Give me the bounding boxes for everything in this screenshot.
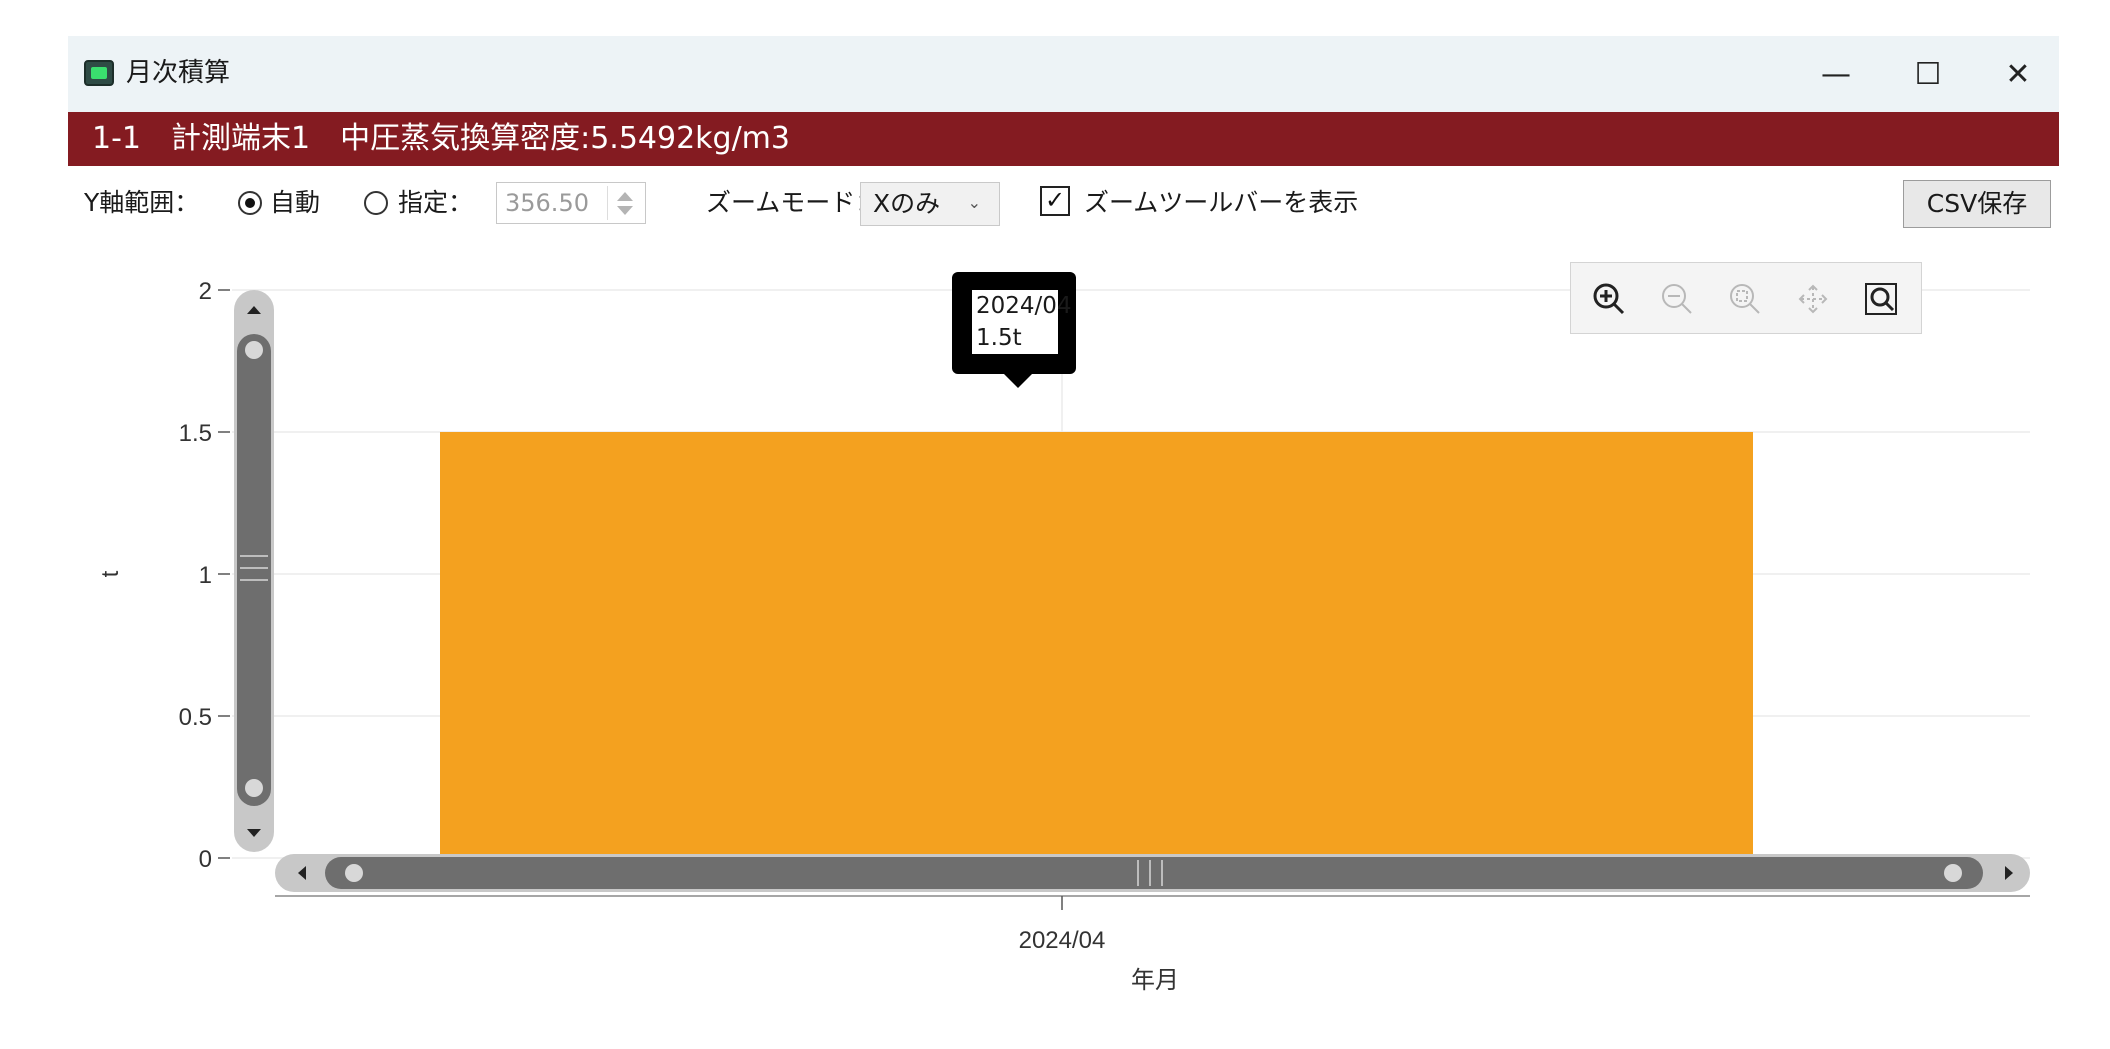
y-tick-label: 1.5 <box>179 420 212 447</box>
vertical-scroll-handle-top[interactable] <box>245 341 263 359</box>
horizontal-scroll-handle-left[interactable] <box>345 864 363 882</box>
horizontal-scrollbar-thumb[interactable] <box>325 857 1983 889</box>
zoom-toolbar <box>1570 262 1922 334</box>
y-tick-label: 2 <box>199 278 212 305</box>
bar-chart: 0 0.5 1 1.5 2 2024/04 年月 t <box>97 278 2030 994</box>
x-tick-label: 2024/04 <box>1019 927 1106 954</box>
zoom-in-icon[interactable] <box>1587 277 1631 321</box>
pan-icon[interactable] <box>1791 277 1835 321</box>
horizontal-scroll-handle-right[interactable] <box>1944 864 1962 882</box>
tooltip-value: 1.5t <box>976 325 1022 351</box>
bar-tooltip: 2024/04 1.5t <box>952 272 1076 388</box>
zoom-out-icon[interactable] <box>1655 277 1699 321</box>
y-tick-label: 0 <box>199 846 212 873</box>
tooltip-category: 2024/04 <box>976 293 1072 319</box>
bar-2024/04[interactable] <box>440 432 1753 858</box>
zoom-reset-icon[interactable] <box>1723 277 1767 321</box>
y-tick-label: 1 <box>199 562 212 589</box>
vertical-scrollbar-thumb[interactable] <box>237 334 271 806</box>
tooltip-content: 2024/04 1.5t <box>972 290 1072 354</box>
y-tick-label: 0.5 <box>179 704 212 731</box>
y-axis-title: t <box>97 570 124 577</box>
vertical-scroll-handle-bottom[interactable] <box>245 779 263 797</box>
x-axis-title: 年月 <box>1131 967 1179 994</box>
zoom-select-icon[interactable] <box>1859 277 1903 321</box>
